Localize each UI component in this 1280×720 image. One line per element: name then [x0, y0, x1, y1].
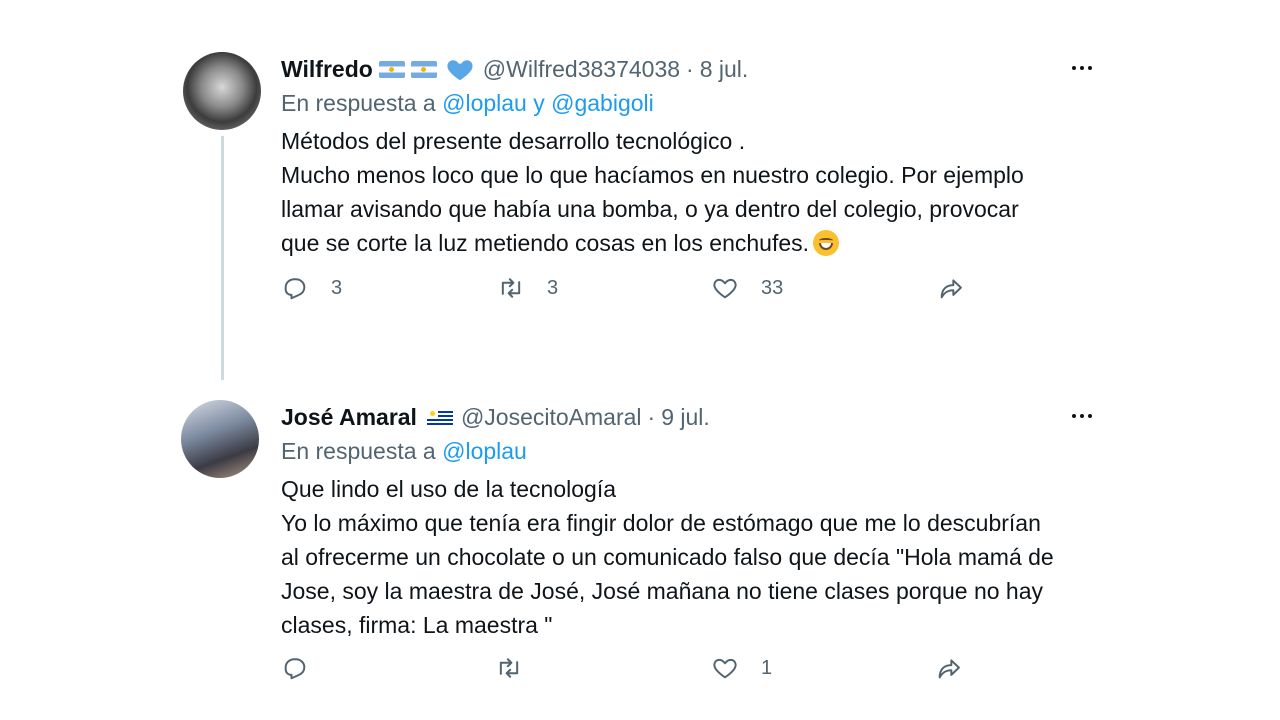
user-handle[interactable]: @JosecitoAmaral: [461, 404, 642, 431]
heart-icon: [713, 658, 737, 679]
share-button[interactable]: [937, 270, 965, 306]
mention-link[interactable]: @gabigoli: [551, 90, 654, 116]
more-dot: [1088, 414, 1092, 418]
reply-prefix: En respuesta a: [281, 90, 436, 116]
like-button[interactable]: 33: [711, 270, 783, 306]
tweet-line: Métodos del presente desarrollo tecnológ…: [281, 128, 746, 154]
more-options-button[interactable]: [1064, 406, 1100, 426]
grinning-face-emoji-icon: [813, 230, 840, 256]
tweet-line-with-emoji: que se corte la luz metiendo cosas en lo…: [281, 226, 1024, 260]
more-dot: [1072, 66, 1076, 70]
share-icon: [940, 279, 962, 299]
separator-dot: ·: [686, 55, 694, 82]
more-dot: [1072, 414, 1076, 418]
display-name[interactable]: Wilfredo: [281, 56, 373, 83]
retweet-icon: [501, 278, 521, 298]
tweet-header: José Amaral @JosecitoAmaral · 9 jul.: [281, 402, 710, 432]
reply-button[interactable]: [281, 650, 331, 686]
tweet-line: al ofrecerme un chocolate o un comunicad…: [281, 544, 1054, 570]
like-count: 1: [761, 656, 773, 679]
reply-icon: [284, 658, 306, 680]
tweet-text: Que lindo el uso de la tecnología Yo lo …: [281, 472, 1054, 642]
display-name[interactable]: José Amaral: [281, 404, 417, 431]
argentina-flag-icon: [410, 60, 437, 78]
like-count: 33: [761, 276, 784, 299]
retweet-icon: [499, 658, 519, 678]
heart-icon: [713, 278, 737, 299]
tweet-date[interactable]: 9 jul.: [661, 404, 710, 431]
blue-heart-icon: [447, 60, 473, 81]
retweet-button[interactable]: [495, 650, 545, 686]
retweet-button[interactable]: 3: [497, 270, 558, 306]
separator-dot: ·: [647, 403, 656, 430]
share-button[interactable]: [935, 650, 963, 686]
like-button[interactable]: 1: [711, 650, 772, 686]
thread-line: [221, 136, 224, 380]
avatar[interactable]: [181, 400, 259, 478]
more-dot: [1088, 66, 1092, 70]
tweet-line: que se corte la luz metiendo cosas en lo…: [281, 230, 810, 256]
user-handle[interactable]: @Wilfred38374038: [483, 56, 680, 83]
reply-icon: [284, 278, 306, 300]
retweet-count: 3: [547, 276, 559, 299]
reply-count: 3: [331, 276, 343, 299]
more-dot: [1080, 414, 1084, 418]
tweet-actions: 3 3 33: [281, 270, 1001, 306]
tweet-header: Wilfredo @Wilfred38374038 · 8 jul.: [281, 54, 748, 84]
reply-context: En respuesta a @loplau: [281, 438, 527, 465]
mention-joiner: y: [533, 90, 545, 116]
tweet-text: Métodos del presente desarrollo tecnológ…: [281, 124, 1024, 260]
tweet-line: clases, firma: La maestra ": [281, 612, 553, 638]
tweet-line: llamar avisando que había una bomba, o y…: [281, 196, 1019, 222]
reply-button[interactable]: 3: [281, 270, 342, 306]
avatar[interactable]: [183, 52, 261, 130]
tweet-line: Jose, soy la maestra de José, José mañan…: [281, 578, 1044, 604]
reply-prefix: En respuesta a: [281, 438, 436, 464]
more-dot: [1080, 66, 1084, 70]
uruguay-flag-icon: [426, 408, 453, 426]
tweet-line: Yo lo máximo que tenía era fingir dolor …: [281, 510, 1041, 536]
mention-link[interactable]: @loplau: [442, 438, 527, 464]
tweet-line: Que lindo el uso de la tecnología: [281, 476, 617, 502]
reply-context: En respuesta a @loplau y @gabigoli: [281, 90, 654, 117]
more-options-button[interactable]: [1064, 58, 1100, 78]
argentina-flag-icon: [378, 60, 405, 78]
tweet-date[interactable]: 8 jul.: [700, 56, 749, 83]
mention-link[interactable]: @loplau: [442, 90, 527, 116]
tweet-line: Mucho menos loco que lo que hacíamos en …: [281, 162, 1024, 188]
share-icon: [938, 659, 960, 679]
tweet-actions: 1: [281, 650, 1001, 686]
